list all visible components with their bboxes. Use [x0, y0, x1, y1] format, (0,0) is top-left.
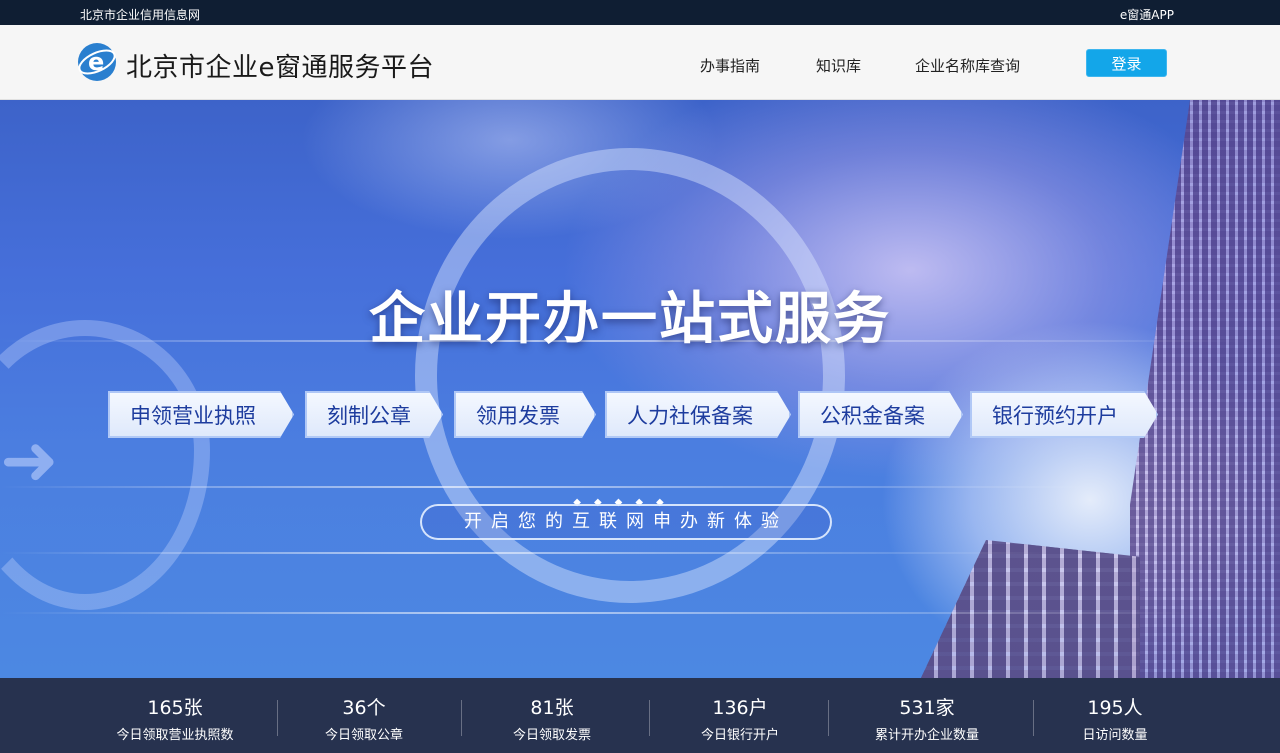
nav-knowledge-base[interactable]: 知识库 — [816, 55, 861, 76]
light-line — [0, 612, 1200, 614]
service-social-security[interactable]: 人力社保备案 — [605, 391, 791, 438]
logo-e-icon: e — [78, 43, 116, 81]
stat-label: 日访问数量 — [1082, 728, 1148, 743]
stat-label: 今日领取公章 — [324, 728, 403, 743]
login-button[interactable]: 登录 — [1086, 49, 1167, 77]
service-housing-fund[interactable]: 公积金备案 — [798, 391, 963, 438]
service-bank-account[interactable]: 银行预约开户 — [970, 391, 1158, 438]
divider — [461, 700, 462, 736]
stat-invoice: 81张 今日领取发票 — [482, 678, 622, 753]
stat-value: 136户 — [712, 697, 768, 719]
hero-banner: ➜ 企业开办一站式服务 申领营业执照 刻制公章 领用发票 人力社保备案 公积金备… — [0, 100, 1280, 678]
stat-daily-visits: 195人 日访问数量 — [1045, 678, 1185, 753]
nav-guide[interactable]: 办事指南 — [700, 55, 760, 76]
stat-label: 今日银行开户 — [700, 728, 779, 743]
service-company-seal[interactable]: 刻制公章 — [305, 391, 443, 438]
slogan: 开启您的互联网申办新体验 — [420, 504, 832, 540]
header: e 北京市企业e窗通服务平台 办事指南 知识库 企业名称库查询 登录 — [0, 25, 1280, 100]
stats-bar: 165张 今日领取营业执照数 36个 今日领取公章 81张 今日领取发票 136… — [0, 678, 1280, 753]
svg-text:e: e — [88, 48, 104, 76]
stat-label: 今日领取营业执照数 — [116, 728, 234, 743]
divider — [828, 700, 829, 736]
divider — [649, 700, 650, 736]
divider — [277, 700, 278, 736]
app-link[interactable]: e窗通APP — [1120, 6, 1174, 23]
stat-seal: 36个 今日领取公章 — [294, 678, 434, 753]
divider — [1033, 700, 1034, 736]
light-line — [0, 552, 1050, 554]
stat-value: 195人 — [1087, 697, 1143, 719]
light-line — [0, 486, 1100, 488]
stat-business-license: 165张 今日领取营业执照数 — [95, 678, 255, 753]
stat-bank-account: 136户 今日银行开户 — [670, 678, 810, 753]
arrow-right-icon: ➜ — [0, 419, 59, 501]
service-business-license[interactable]: 申领营业执照 — [108, 391, 294, 438]
credit-info-link[interactable]: 北京市企业信用信息网 — [80, 6, 200, 23]
site-logo[interactable]: e 北京市企业e窗通服务平台 — [76, 41, 436, 85]
stat-label: 累计开办企业数量 — [874, 728, 979, 743]
stat-value: 531家 — [899, 697, 955, 719]
stat-value: 165张 — [147, 697, 203, 719]
stat-total-companies: 531家 累计开办企业数量 — [852, 678, 1002, 753]
hero-title: 企业开办一站式服务 — [369, 287, 891, 352]
top-strip: 北京市企业信用信息网 e窗通APP — [0, 0, 1280, 25]
stat-label: 今日领取发票 — [512, 728, 591, 743]
service-invoice[interactable]: 领用发票 — [454, 391, 596, 438]
logo-text: 北京市企业e窗通服务平台 — [126, 53, 434, 83]
stat-value: 81张 — [530, 697, 574, 719]
nav-name-query[interactable]: 企业名称库查询 — [915, 55, 1020, 76]
stat-value: 36个 — [342, 697, 386, 719]
